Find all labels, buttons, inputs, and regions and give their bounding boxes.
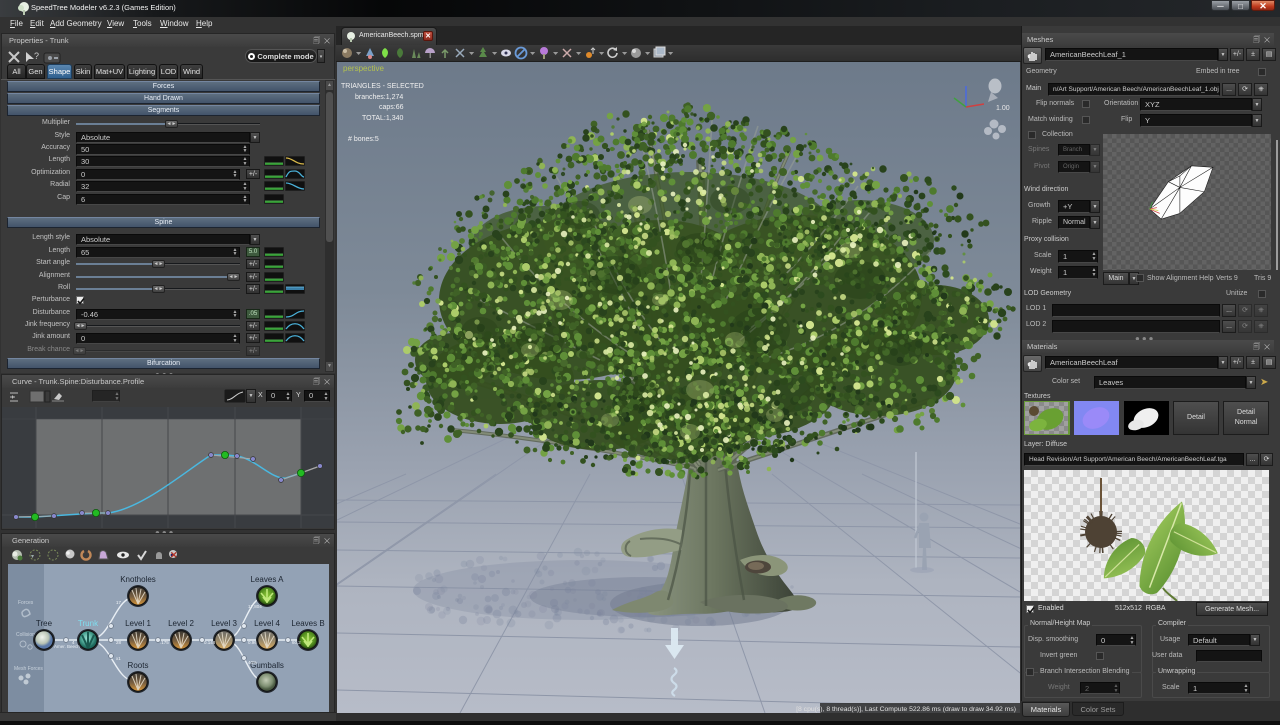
- svg-text:60,2: 60,2: [292, 640, 301, 645]
- svg-text:branches:1,274: branches:1,274: [355, 94, 403, 101]
- svg-text:▾: ▾: [31, 554, 34, 560]
- svg-text:Knotholes: Knotholes: [120, 575, 156, 584]
- svg-text:Level 1: Level 1: [125, 619, 151, 628]
- svg-text:Level 2: Level 2: [168, 619, 194, 628]
- svg-text:Roots: Roots: [128, 661, 149, 670]
- svg-text:Amer. Beech: Amer. Beech: [54, 644, 80, 649]
- svg-text:0.148: 0.148: [204, 640, 216, 645]
- svg-text:Trunk: Trunk: [78, 619, 99, 628]
- svg-text:x1: x1: [116, 656, 121, 661]
- svg-text:.175: .175: [160, 640, 169, 645]
- svg-text:Level 3: Level 3: [211, 619, 237, 628]
- svg-text:?: ?: [34, 51, 39, 61]
- svg-text:1.00: 1.00: [996, 105, 1010, 112]
- svg-text:TOTAL:1,340: TOTAL:1,340: [362, 115, 403, 122]
- svg-text:caps:66: caps:66: [379, 104, 404, 111]
- svg-text:[8 cpu(s), 8 thread(s)], Last: [8 cpu(s), 8 thread(s)], Last Compute 52…: [796, 706, 1016, 713]
- svg-text:perspective: perspective: [343, 64, 384, 73]
- svg-text:Level 4: Level 4: [254, 619, 280, 628]
- svg-text:Tree: Tree: [36, 619, 53, 628]
- svg-text:Leaves B: Leaves B: [291, 619, 324, 628]
- svg-text:28: 28: [116, 640, 122, 645]
- svg-text:40%: 40%: [248, 660, 257, 665]
- svg-text:Leaves A: Leaves A: [251, 575, 285, 584]
- svg-text:17,804: 17,804: [248, 604, 262, 609]
- svg-text:0.96: 0.96: [248, 640, 257, 645]
- svg-text:# bones:5: # bones:5: [348, 136, 379, 143]
- svg-text:17: 17: [116, 600, 122, 605]
- svg-text:TRIANGLES - SELECTED: TRIANGLES - SELECTED: [341, 83, 424, 90]
